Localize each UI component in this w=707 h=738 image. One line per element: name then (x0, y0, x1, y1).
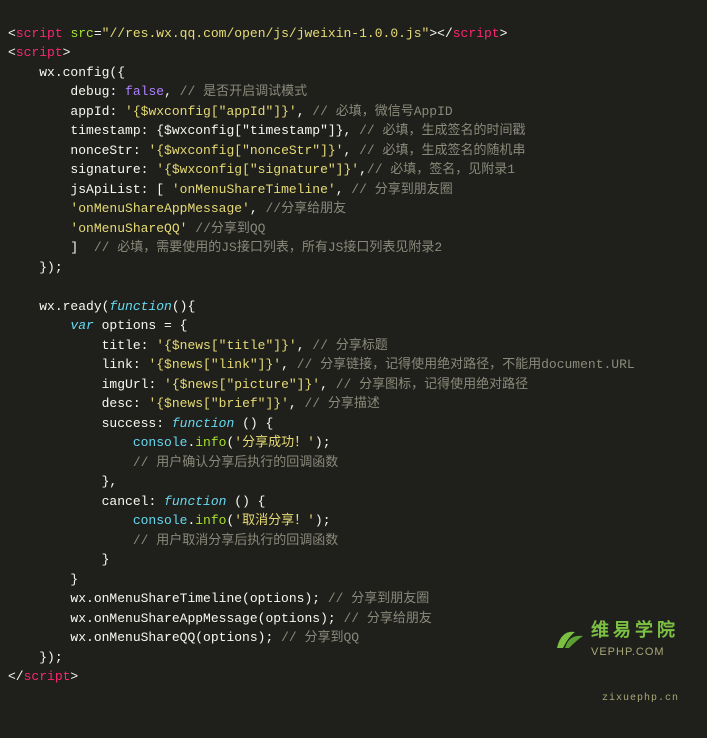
ext-script-src: //res.wx.qq.com/open/js/jweixin-1.0.0.js (109, 26, 421, 41)
code-block: <script src="//res.wx.qq.com/open/js/jwe… (0, 0, 707, 738)
watermark-logo: 维易学院 VEPHP.COM zixuephp.cn (555, 589, 679, 726)
logo-cn-text: 维易学院 (591, 617, 679, 644)
leaf-icon (555, 609, 585, 670)
logo-en-text: VEPHP.COM (591, 644, 679, 661)
logo-subdomain: zixuephp.cn (555, 691, 679, 706)
